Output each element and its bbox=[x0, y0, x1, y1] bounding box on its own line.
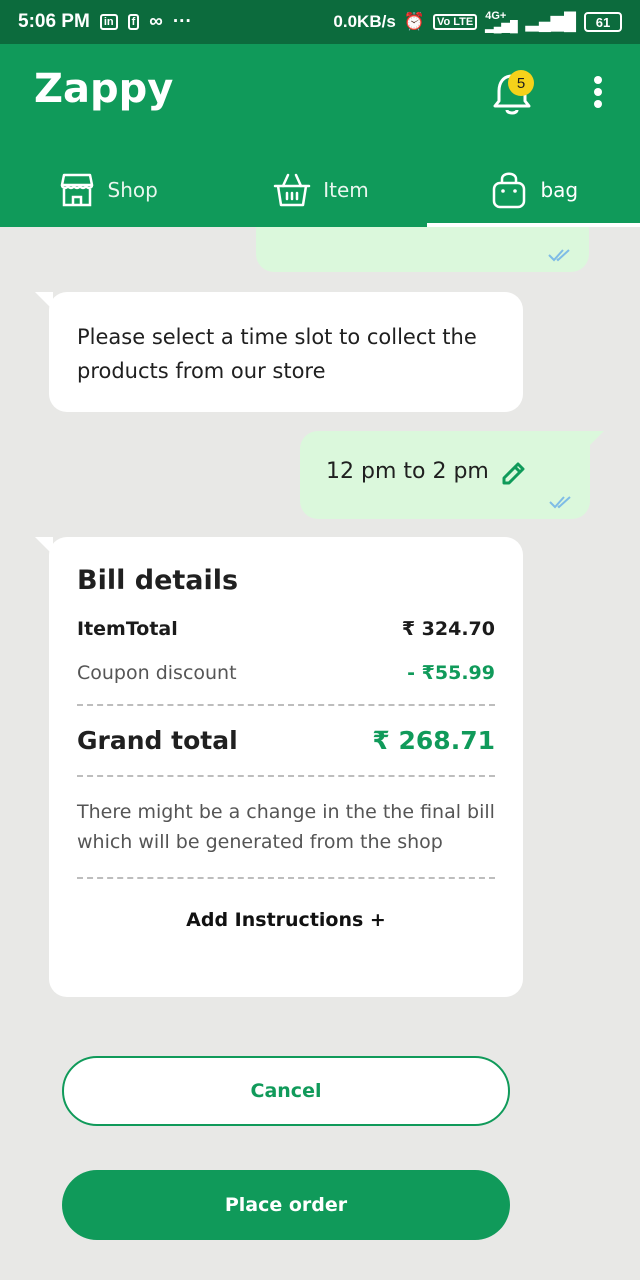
coupon-discount-row: Coupon discount - ₹55.99 bbox=[77, 662, 495, 684]
time-slot-prompt-bubble: Please select a time slot to collect the… bbox=[35, 292, 523, 412]
double-tick-icon bbox=[549, 496, 571, 509]
status-left: 5:06 PM in f ∞ ··· bbox=[18, 11, 192, 33]
signal-label: 4G+ bbox=[485, 10, 507, 22]
divider bbox=[77, 775, 495, 777]
logo-text: Zappy bbox=[34, 66, 174, 112]
selected-slot-text: 12 pm to 2 pm bbox=[326, 459, 489, 484]
app-logo: Zappy bbox=[34, 66, 173, 112]
status-bar: 5:06 PM in f ∞ ··· 0.0KB/s ⏰ Vo LTE 4G+ ▂… bbox=[0, 0, 640, 44]
store-icon bbox=[60, 173, 93, 206]
time-slot-prompt-text: Please select a time slot to collect the… bbox=[77, 325, 477, 383]
grand-total-value: ₹ 268.71 bbox=[372, 726, 495, 755]
tab-bag-label: bag bbox=[540, 177, 579, 202]
coupon-discount-label: Coupon discount bbox=[77, 662, 237, 684]
divider bbox=[77, 704, 495, 706]
tab-bag[interactable]: bag bbox=[426, 152, 640, 227]
double-tick-icon bbox=[548, 249, 570, 262]
place-order-button[interactable]: Place order bbox=[62, 1170, 510, 1240]
infinity-icon: ∞ bbox=[149, 11, 163, 32]
edit-pencil-icon[interactable] bbox=[500, 459, 528, 487]
bag-icon bbox=[493, 172, 526, 208]
divider bbox=[77, 877, 495, 879]
signal-icon-2: ▂▄▆█ bbox=[525, 12, 576, 31]
tab-bar: Shop Item bag bbox=[0, 152, 640, 227]
app-header: Zappy 5 Shop Item bag bbox=[0, 44, 640, 227]
signal-icon: 4G+ ▂▄▆█ bbox=[485, 10, 518, 33]
bill-details-card: Bill details ItemTotal ₹ 324.70 Coupon d… bbox=[35, 537, 523, 997]
volte-icon: Vo LTE bbox=[432, 14, 478, 30]
linkedin-icon: in bbox=[99, 14, 118, 30]
notification-badge: 5 bbox=[508, 70, 534, 96]
tab-item[interactable]: Item bbox=[213, 152, 426, 227]
grand-total-label: Grand total bbox=[77, 726, 238, 755]
facebook-icon: f bbox=[127, 14, 140, 30]
coupon-discount-value: - ₹55.99 bbox=[407, 662, 495, 684]
battery-icon: 61 bbox=[584, 12, 622, 32]
selected-slot-bubble: 12 pm to 2 pm bbox=[300, 431, 604, 519]
basket-icon bbox=[273, 173, 311, 206]
bill-note: There might be a change in the the final… bbox=[77, 801, 495, 853]
status-right: 0.0KB/s ⏰ Vo LTE 4G+ ▂▄▆█ ▂▄▆█ 61 bbox=[333, 11, 622, 33]
item-total-value: ₹ 324.70 bbox=[401, 618, 495, 640]
grand-total-row: Grand total ₹ 268.71 bbox=[77, 726, 495, 755]
chat-area[interactable]: Please select a time slot to collect the… bbox=[0, 227, 640, 1280]
cancel-button[interactable]: Cancel bbox=[62, 1056, 510, 1126]
network-speed: 0.0KB/s bbox=[333, 12, 396, 31]
alarm-icon: ⏰ bbox=[403, 12, 425, 31]
more-dots-icon: ··· bbox=[172, 11, 192, 32]
add-instructions-button[interactable]: Add Instructions + bbox=[77, 909, 495, 931]
bill-title: Bill details bbox=[77, 565, 239, 596]
previous-message-bubble bbox=[256, 227, 589, 272]
item-total-row: ItemTotal ₹ 324.70 bbox=[77, 618, 495, 640]
tab-item-label: Item bbox=[323, 177, 369, 202]
more-options-icon[interactable] bbox=[584, 76, 612, 112]
tab-shop[interactable]: Shop bbox=[0, 152, 213, 227]
status-time: 5:06 PM bbox=[18, 11, 90, 32]
tab-shop-label: Shop bbox=[107, 177, 158, 202]
item-total-label: ItemTotal bbox=[77, 618, 178, 640]
